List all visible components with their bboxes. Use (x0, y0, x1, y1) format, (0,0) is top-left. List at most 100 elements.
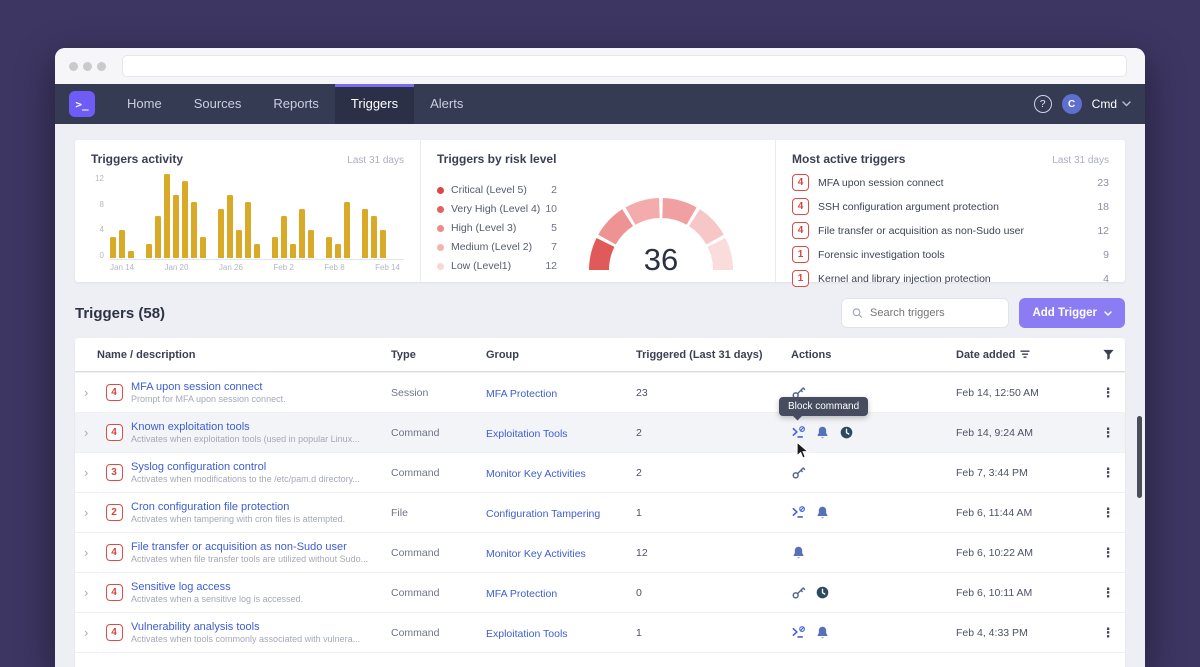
trigger-name-link[interactable]: Known exploitation tools (131, 421, 381, 433)
clock-icon[interactable] (815, 585, 830, 600)
nav-item-sources[interactable]: Sources (178, 84, 258, 124)
trigger-description: Activates when tools commonly associated… (131, 634, 381, 644)
table-row[interactable]: ›4MFA upon session connectPrompt for MFA… (75, 372, 1125, 412)
user-avatar[interactable]: C (1062, 94, 1082, 114)
window-controls[interactable] (69, 62, 106, 71)
bell-icon[interactable] (815, 625, 830, 640)
active-trigger-item[interactable]: 4 MFA upon session connect 23 (792, 174, 1109, 191)
bell-icon[interactable] (815, 505, 830, 520)
add-trigger-button[interactable]: Add Trigger (1019, 298, 1125, 328)
table-row[interactable]: ›3Syslog configuration controlActivates … (75, 452, 1125, 492)
active-trigger-label: File transfer or acquisition as non-Sudo… (818, 225, 1024, 237)
table-row[interactable]: ›2Cron configuration file protectionActi… (75, 492, 1125, 532)
trigger-name-link[interactable]: Vulnerability analysis tools (131, 621, 381, 633)
trigger-group-link[interactable]: Monitor Key Activities (486, 468, 586, 480)
trigger-group-link[interactable]: Exploitation Tools (486, 428, 568, 440)
trigger-group-link[interactable]: MFA Protection (486, 588, 557, 600)
row-menu-kebab[interactable]: ⋮ (1091, 625, 1125, 641)
navbar-right: ? C Cmd (1034, 94, 1131, 114)
y-tick-label: 12 (91, 174, 104, 183)
column-header-actions: Actions (791, 349, 956, 361)
most-active-list: 4 MFA upon session connect 23 4 SSH conf… (792, 174, 1109, 287)
filter-icon[interactable] (1091, 348, 1125, 361)
active-trigger-item[interactable]: 4 SSH configuration argument protection … (792, 198, 1109, 215)
row-menu-kebab[interactable]: ⋮ (1091, 385, 1125, 401)
active-trigger-item[interactable]: 1 Forensic investigation tools 9 (792, 246, 1109, 263)
group-cell: Exploitation Tools (486, 424, 636, 442)
key-icon[interactable] (791, 585, 806, 600)
key-icon[interactable] (791, 465, 806, 480)
column-header-name[interactable]: Name / description (97, 349, 391, 361)
trigger-name-link[interactable]: MFA upon session connect (131, 381, 381, 393)
block-command-icon[interactable] (791, 625, 806, 640)
trigger-name-link[interactable]: Syslog configuration control (131, 461, 381, 473)
row-expand-chevron[interactable]: › (75, 505, 97, 520)
name-cell: Syslog configuration controlActivates wh… (131, 461, 391, 484)
row-expand-chevron[interactable]: › (75, 385, 97, 400)
row-menu-kebab[interactable]: ⋮ (1091, 545, 1125, 561)
block-command-icon[interactable] (791, 425, 806, 440)
active-trigger-item[interactable]: 4 File transfer or acquisition as non-Su… (792, 222, 1109, 239)
row-expand-chevron[interactable]: › (75, 425, 97, 440)
trigger-type: Command (391, 587, 486, 599)
table-row[interactable]: ›4Sensitive log accessActivates when a s… (75, 572, 1125, 612)
app-logo[interactable]: >_ (69, 91, 95, 117)
maximize-window-icon[interactable] (97, 62, 106, 71)
triggered-count: 1 (636, 507, 791, 519)
nav-item-reports[interactable]: Reports (257, 84, 335, 124)
column-header-triggered[interactable]: Triggered (Last 31 days) (636, 349, 791, 361)
search-box[interactable] (841, 298, 1009, 328)
column-header-type[interactable]: Type (391, 349, 486, 361)
row-expand-chevron[interactable]: › (75, 625, 97, 640)
trigger-group-link[interactable]: Monitor Key Activities (486, 548, 586, 560)
trigger-name-link[interactable]: Cron configuration file protection (131, 501, 381, 513)
bell-icon[interactable] (791, 545, 806, 560)
group-cell: Monitor Key Activities (486, 464, 636, 482)
activity-bar (272, 237, 278, 258)
table-row[interactable]: ›4Known exploitation toolsActivates when… (75, 412, 1125, 452)
nav-item-home[interactable]: Home (111, 84, 178, 124)
trigger-name-link[interactable]: Sensitive log access (131, 581, 381, 593)
table-row[interactable]: ›4File transfer or acquisition as non-Su… (75, 532, 1125, 572)
table-row[interactable]: ›4Vulnerability analysis toolsActivates … (75, 612, 1125, 652)
url-bar[interactable] (122, 55, 1127, 77)
trigger-group-link[interactable]: Exploitation Tools (486, 628, 568, 640)
bell-icon[interactable] (815, 425, 830, 440)
panel-title: Most active triggers (792, 152, 905, 166)
trigger-group-link[interactable]: Configuration Tampering (486, 508, 600, 520)
block-command-icon[interactable] (791, 505, 806, 520)
clock-icon[interactable] (839, 425, 854, 440)
column-header-date-added[interactable]: Date added (956, 349, 1091, 361)
sort-icon (1020, 350, 1030, 359)
column-header-group[interactable]: Group (486, 349, 636, 361)
x-tick-label: Jan 20 (164, 263, 188, 272)
row-menu-kebab[interactable]: ⋮ (1091, 505, 1125, 521)
activity-bar (371, 216, 377, 258)
minimize-window-icon[interactable] (83, 62, 92, 71)
row-menu-kebab[interactable]: ⋮ (1091, 425, 1125, 441)
trigger-name-link[interactable]: File transfer or acquisition as non-Sudo… (131, 541, 381, 553)
row-menu-kebab[interactable]: ⋮ (1091, 585, 1125, 601)
terminal-icon: >_ (75, 98, 88, 111)
risk-level-count: 12 (545, 260, 563, 272)
row-expand-chevron[interactable]: › (75, 585, 97, 600)
activity-bar (380, 230, 386, 258)
name-cell: File transfer or acquisition as non-Sudo… (131, 541, 391, 564)
nav-item-triggers[interactable]: Triggers (335, 84, 414, 124)
activity-bar (173, 195, 179, 258)
scrollbar-thumb[interactable] (1137, 416, 1142, 498)
trigger-group-link[interactable]: MFA Protection (486, 388, 557, 400)
group-cell: MFA Protection (486, 384, 636, 402)
active-trigger-item[interactable]: 1 Kernel and library injection protectio… (792, 270, 1109, 287)
row-menu-kebab[interactable]: ⋮ (1091, 465, 1125, 481)
browser-window: >_ HomeSourcesReportsTriggersAlerts ? C … (55, 48, 1145, 667)
group-cell: MFA Protection (486, 584, 636, 602)
search-input[interactable] (870, 307, 998, 319)
help-icon[interactable]: ? (1034, 95, 1052, 113)
account-menu[interactable]: Cmd (1092, 97, 1131, 111)
close-window-icon[interactable] (69, 62, 78, 71)
nav-item-alerts[interactable]: Alerts (414, 84, 479, 124)
row-expand-chevron[interactable]: › (75, 465, 97, 480)
row-expand-chevron[interactable]: › (75, 545, 97, 560)
risk-level-label: Medium (Level 2) (451, 241, 532, 253)
